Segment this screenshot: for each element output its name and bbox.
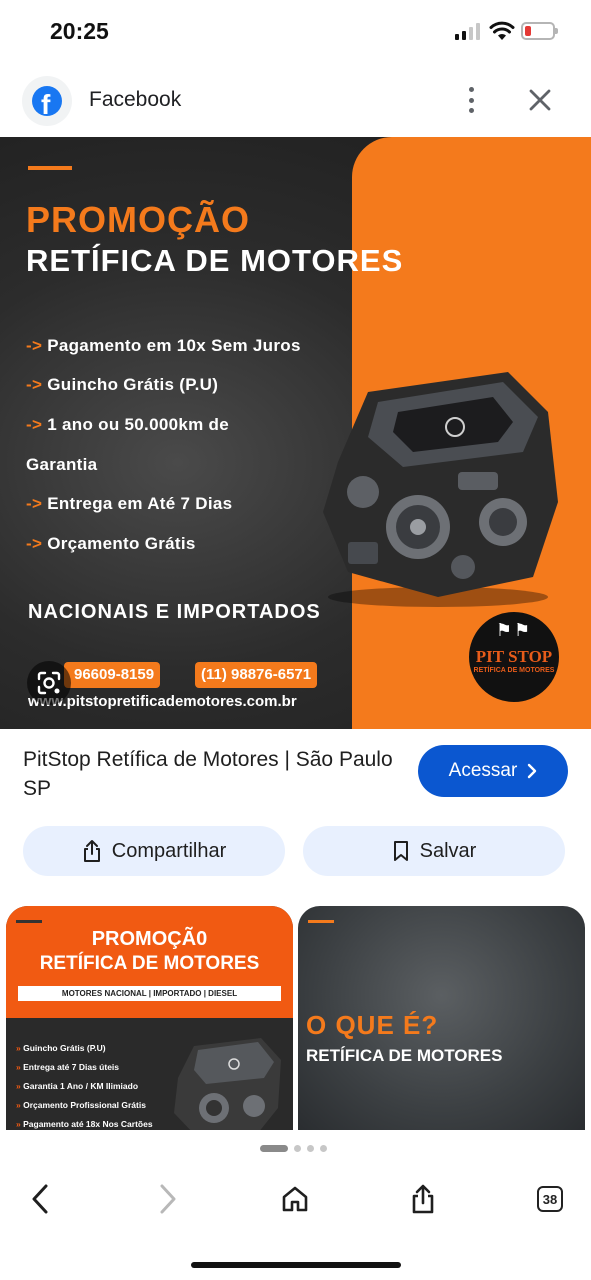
hero-bullet: -> 1 ano ou 50.000km de [26,415,229,434]
checkered-flags-icon: ⚑⚑ [495,620,533,640]
status-bar: 20:25 [0,0,591,64]
hero-bullet: -> Entrega em Até 7 Dias [26,494,233,513]
related-1-line: » Entrega até 7 Dias úteis [16,1062,120,1072]
related-2-subtitle: RETÍFICA DE MOTORES [306,1046,503,1065]
close-icon[interactable] [524,84,556,116]
hero-bullet: -> Orçamento Grátis [26,534,196,553]
bookmark-icon [393,841,408,861]
related-1-title: PROMOÇÃ0 [91,928,208,950]
google-lens-icon[interactable] [27,661,71,705]
share-icon [83,840,100,862]
browser-toolbar: 38 [0,1165,591,1235]
hero-phone-1: 96609-8159 [64,662,161,688]
related-1-line: » Garantia 1 Ano / KM Ilimiado [16,1081,139,1091]
related-1-strip: MOTORES NACIONAL | IMPORTADO | DIESEL [18,986,281,1001]
cellular-signal-icon [455,22,480,40]
home-icon[interactable] [275,1179,315,1219]
save-button[interactable]: Salvar [303,826,565,876]
pager-dot [320,1145,327,1152]
hero-website: www.pitstopretificademotores.com.br [28,693,297,710]
pager-dot [307,1145,314,1152]
source-site-name: Facebook [89,88,182,111]
hero-tagline: NACIONAIS E IMPORTADOS [28,601,321,623]
pit-stop-logo: ⚑⚑ PIT STOP RETÍFICA DE MOTORES [466,609,562,705]
hero-title-service: RETÍFICA DE MOTORES [26,243,404,278]
hero-accent-dash [28,166,72,170]
tabs-button[interactable]: 38 [530,1179,570,1219]
pager-dot-active [260,1145,288,1152]
kebab-menu-icon[interactable] [458,84,484,116]
home-indicator[interactable] [191,1262,401,1268]
hero-image[interactable]: PROMOÇÃO RETÍFICA DE MOTORES -> Pagament… [0,137,591,729]
result-title[interactable]: PitStop Retífica de Motores | São Paulo … [23,745,403,803]
share-icon[interactable] [403,1179,443,1219]
carousel-pager [260,1145,327,1152]
related-1-line: » Guincho Grátis (P.U) [16,1043,106,1053]
related-1-line: » Pagamento até 18x Nos Cartões [16,1119,153,1129]
related-image-2[interactable]: O QUE É? RETÍFICA DE MOTORES [298,906,585,1130]
back-arrow-icon[interactable] [20,1179,60,1219]
related-image-1[interactable]: PROMOÇÃ0 RETÍFICA DE MOTORES MOTORES NAC… [6,906,293,1130]
chevron-right-icon [528,763,537,779]
hero-bullet: -> Guincho Grátis (P.U) [26,375,219,394]
hero-bullet: Garantia [26,455,98,474]
engine-image [174,1038,281,1130]
hero-bullet: -> Pagamento em 10x Sem Juros [26,336,301,355]
tabs-count: 38 [537,1186,563,1212]
battery-icon [521,22,558,40]
pager-dot [294,1145,301,1152]
engine-image [323,372,558,607]
source-header: f Facebook [0,70,591,130]
related-1-line: » Orçamento Profissional Grátis [16,1100,146,1110]
hero-phone-2: (11) 98876-6571 [195,662,318,688]
forward-arrow-icon[interactable] [148,1179,188,1219]
visit-button[interactable]: Acessar [418,745,568,797]
related-2-title: O QUE É? [306,1010,439,1040]
wifi-icon [489,21,515,40]
hero-title-promo: PROMOÇÃO [26,199,250,240]
share-button[interactable]: Compartilhar [23,826,285,876]
facebook-logo-icon: f [22,76,72,126]
related-1-subtitle: RETÍFICA DE MOTORES [39,953,260,974]
status-time: 20:25 [50,18,109,44]
